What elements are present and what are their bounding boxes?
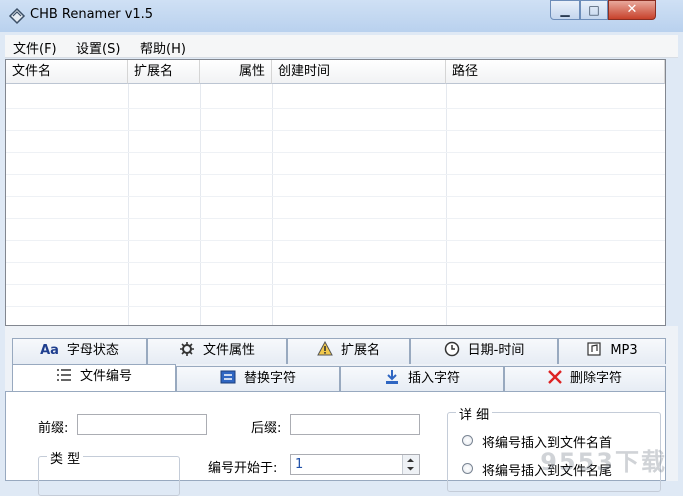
spinner-arrows-icon <box>407 458 414 471</box>
row-divider <box>6 108 665 109</box>
column-header-created[interactable]: 创建时间 <box>272 60 446 84</box>
close-button[interactable]: ✕ <box>608 0 656 20</box>
row-divider <box>6 306 665 307</box>
tab-delete-chars[interactable]: 删除字符 <box>504 366 666 392</box>
tab-mp3[interactable]: MP3 <box>558 338 666 364</box>
tab-label: 插入字符 <box>407 371 460 386</box>
column-header-filename[interactable]: 文件名 <box>6 60 128 84</box>
tab-replace-chars[interactable]: 替换字符 <box>176 366 340 392</box>
type-group-title: 类 型 <box>47 448 84 467</box>
row-divider <box>6 152 665 153</box>
start-number-value: 1 <box>295 457 304 472</box>
menu-file[interactable]: 文件(F) <box>13 38 57 57</box>
menu-help[interactable]: 帮助(H) <box>140 38 186 57</box>
column-header-path[interactable]: 路径 <box>446 60 665 84</box>
column-divider <box>200 84 201 325</box>
tab-label: MP3 <box>610 343 638 358</box>
minimize-button[interactable]: ▁ <box>550 0 580 20</box>
insert-at-end-radio[interactable] <box>462 463 473 474</box>
file-list[interactable]: 文件名 扩展名 属性 创建时间 路径 <box>5 59 666 326</box>
prefix-label: 前缀: <box>38 421 69 436</box>
tab-letter-case[interactable]: Aa 字母状态 <box>12 338 147 364</box>
tab-insert-chars[interactable]: 插入字符 <box>340 366 504 392</box>
start-number-label: 编号开始于: <box>208 461 278 476</box>
maximize-button[interactable]: □ <box>580 0 608 20</box>
prefix-input[interactable] <box>77 414 207 435</box>
number-spinner[interactable] <box>402 455 419 474</box>
watermark: 9553下载 <box>540 448 667 476</box>
tab-label: 扩展名 <box>340 343 380 358</box>
tab-label: 字母状态 <box>66 343 119 358</box>
column-divider <box>272 84 273 325</box>
minimize-icon: ▁ <box>560 3 570 17</box>
row-divider <box>6 196 665 197</box>
tab-label: 替换字符 <box>243 371 296 386</box>
tab-date-time[interactable]: 日期-时间 <box>410 338 558 364</box>
music-icon <box>587 342 601 356</box>
tab-label: 文件属性 <box>202 343 255 358</box>
detail-group-title: 详 细 <box>456 404 493 423</box>
start-number-input[interactable]: 1 <box>290 454 420 475</box>
row-divider <box>6 240 665 241</box>
warning-icon <box>317 340 333 356</box>
column-divider <box>128 84 129 325</box>
tab-label: 文件编号 <box>79 369 132 384</box>
tab-label: 删除字符 <box>569 371 622 386</box>
close-icon: ✕ <box>626 2 638 17</box>
insert-at-start-radio[interactable] <box>462 435 473 446</box>
menu-bar: 文件(F) 设置(S) 帮助(H) <box>5 35 678 58</box>
list-icon <box>56 369 71 381</box>
row-divider <box>6 174 665 175</box>
insert-icon <box>385 370 398 384</box>
suffix-input[interactable] <box>290 414 420 435</box>
window-title: CHB Renamer v1.5 <box>30 7 154 22</box>
row-divider <box>6 262 665 263</box>
maximize-icon: □ <box>588 3 600 17</box>
replace-icon <box>220 370 236 384</box>
column-header-attributes[interactable]: 属性 <box>200 60 272 84</box>
tab-extension[interactable]: 扩展名 <box>287 338 410 364</box>
gear-icon <box>179 342 194 356</box>
letter-case-icon: Aa <box>40 343 59 358</box>
delete-icon <box>548 370 562 384</box>
row-divider <box>6 218 665 219</box>
column-header-extension[interactable]: 扩展名 <box>128 60 200 84</box>
tab-file-numbering[interactable]: 文件编号 <box>12 364 176 392</box>
clock-icon <box>444 341 459 357</box>
app-icon <box>8 7 26 25</box>
row-divider <box>6 130 665 131</box>
row-divider <box>6 284 665 285</box>
tab-label: 日期-时间 <box>467 343 525 358</box>
suffix-label: 后缀: <box>251 421 282 436</box>
column-divider <box>446 84 447 325</box>
title-bar: CHB Renamer v1.5 ▁ □ ✕ <box>0 0 683 32</box>
menu-settings[interactable]: 设置(S) <box>76 38 120 57</box>
tab-file-attributes[interactable]: 文件属性 <box>147 338 287 364</box>
type-group: 类 型 <box>38 448 180 496</box>
